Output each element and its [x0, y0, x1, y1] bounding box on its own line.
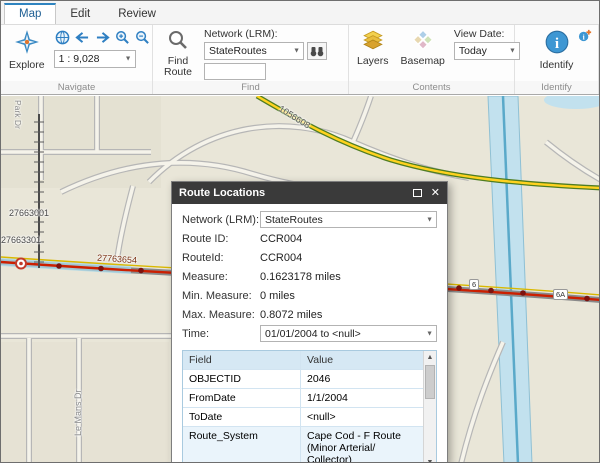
- scroll-up-icon[interactable]: ▲: [424, 351, 436, 364]
- field-label: Route ID:: [182, 232, 229, 245]
- dialog-network-value: StateRoutes: [265, 213, 323, 226]
- cell-field: ToDate: [183, 408, 301, 426]
- group-identify: i i Identify Identify: [515, 25, 599, 94]
- scrollbar-thumb[interactable]: [425, 365, 435, 399]
- field-label: Time:: [182, 327, 210, 340]
- scroll-down-icon[interactable]: ▼: [424, 456, 436, 462]
- group-label-contents: Contents: [349, 81, 514, 94]
- routeid-value: CCR004: [260, 251, 303, 264]
- asset-id-label: 27663301: [1, 235, 42, 245]
- cell-value: 2046: [307, 373, 331, 385]
- table-row[interactable]: Route_System Cape Cod - F Route (Minor A…: [183, 426, 436, 463]
- field-label: RouteId:: [182, 251, 224, 264]
- network-lrm-label: Network (LRM):: [204, 28, 278, 40]
- group-label-identify: Identify: [515, 81, 598, 94]
- ribbon-tab-bar: Map Edit Review: [1, 1, 599, 24]
- explore-compass-icon: [14, 29, 40, 58]
- group-label-navigate: Navigate: [1, 81, 152, 94]
- tab-edit[interactable]: Edit: [56, 4, 104, 24]
- field-label: Network (LRM):: [182, 213, 260, 226]
- view-date-value: Today: [458, 45, 487, 57]
- map-scale-combo[interactable]: 1 : 9,028 ▼: [53, 50, 136, 68]
- group-contents: Layers Basemap View Date: Today ▼ Conten…: [349, 25, 520, 94]
- cell-value: Cape Cod - F Route (Minor Arterial/ Coll…: [307, 430, 401, 463]
- table-row[interactable]: OBJECTID 2046: [183, 369, 436, 388]
- view-date-label: View Date:: [453, 28, 505, 40]
- identify-icon: i: [544, 29, 570, 58]
- table-row[interactable]: FromDate 1/1/2004: [183, 388, 436, 407]
- map-scale-value: 1 : 9,028: [58, 53, 100, 65]
- ribbon: Explore 1: 9,028 ▼ Navigate Find Route …: [1, 24, 599, 95]
- asset-id-label: 27663001: [9, 208, 50, 218]
- find-route-label: Find Route: [163, 55, 193, 78]
- attributes-table: Field Value OBJECTID 2046 FromDate 1/1/2…: [182, 350, 437, 463]
- layers-icon: [362, 29, 384, 54]
- group-label-find: Find: [153, 81, 348, 94]
- maximize-button[interactable]: [412, 189, 422, 197]
- basemap-button[interactable]: Basemap: [398, 28, 448, 68]
- min-measure-value: 0 miles: [260, 289, 295, 302]
- zoom-out-icon[interactable]: [134, 29, 151, 46]
- route-locations-panel: Route Locations ✕ Network (LRM): StateRo…: [171, 181, 448, 463]
- identify-label: Identify: [539, 59, 574, 71]
- close-button[interactable]: ✕: [431, 187, 440, 199]
- dialog-titlebar[interactable]: Route Locations ✕: [172, 182, 447, 204]
- network-lrm-value: StateRoutes: [209, 45, 267, 57]
- cell-field: FromDate: [183, 389, 301, 407]
- cell-field: OBJECTID: [183, 370, 301, 388]
- layers-button[interactable]: Layers: [354, 28, 392, 68]
- globe-icon[interactable]: [54, 29, 71, 46]
- view-date-combo[interactable]: Today ▼: [453, 42, 520, 60]
- tab-map[interactable]: Map: [4, 3, 57, 24]
- forward-arrow-icon[interactable]: [94, 29, 111, 46]
- binoculars-icon: [310, 46, 324, 56]
- group-find: Find Route ▼ Network (LRM): StateRoutes …: [153, 25, 349, 94]
- table-row[interactable]: ToDate <null>: [183, 407, 436, 426]
- basemap-label: Basemap: [400, 55, 445, 67]
- max-measure-value: 0.8072 miles: [260, 308, 323, 321]
- route-id-value: CCR004: [260, 232, 303, 245]
- explore-button[interactable]: Explore: [6, 28, 48, 72]
- find-route-input[interactable]: [204, 63, 266, 80]
- route-shield: 6A: [553, 289, 569, 300]
- cell-field: Route_System: [183, 427, 301, 462]
- time-combo[interactable]: 01/01/2004 to <null> ▼: [260, 325, 437, 342]
- chevron-down-icon: ▼: [426, 216, 433, 223]
- cell-value: <null>: [307, 411, 336, 423]
- svg-text:i: i: [583, 32, 585, 41]
- binoculars-button[interactable]: [307, 42, 327, 60]
- cell-value: 1/1/2004: [307, 392, 348, 404]
- identify-button[interactable]: i Identify: [531, 28, 583, 72]
- app-window: Map Edit Review Explore 1: 9,028 ▼ Navi…: [0, 0, 600, 463]
- identify-pin-icon[interactable]: i: [578, 28, 593, 48]
- table-header-row: Field Value: [183, 351, 436, 369]
- magnifier-icon: [167, 29, 189, 54]
- field-label: Min. Measure:: [182, 289, 252, 302]
- chevron-down-icon: ▼: [124, 55, 132, 63]
- group-navigate: Explore 1: 9,028 ▼ Navigate: [1, 25, 153, 94]
- explore-label: Explore: [9, 59, 45, 71]
- field-label: Max. Measure:: [182, 308, 255, 321]
- dialog-network-combo[interactable]: StateRoutes ▼: [260, 211, 437, 228]
- network-lrm-combo[interactable]: StateRoutes ▼: [204, 42, 304, 60]
- column-header-field: Field: [183, 351, 301, 369]
- table-scrollbar[interactable]: ▲ ▼: [423, 351, 436, 462]
- zoom-in-icon[interactable]: [114, 29, 131, 46]
- street-label: Park Dr: [13, 100, 23, 129]
- measure-value: 0.1623178 miles: [260, 270, 341, 283]
- chevron-down-icon: ▼: [293, 47, 300, 55]
- route-shield: 6: [469, 279, 480, 290]
- dialog-title: Route Locations: [179, 187, 266, 199]
- basemap-icon: [412, 29, 434, 54]
- column-header-value: Value: [307, 354, 334, 366]
- back-arrow-icon[interactable]: [74, 29, 91, 46]
- field-label: Measure:: [182, 270, 228, 283]
- chevron-down-icon: ▼: [426, 330, 433, 337]
- street-label-le-mans-dr: Le Mans Dr: [73, 389, 83, 436]
- layers-label: Layers: [357, 55, 389, 67]
- svg-text:i: i: [554, 35, 558, 52]
- tab-review[interactable]: Review: [104, 4, 170, 24]
- time-value: 01/01/2004 to <null>: [265, 327, 361, 340]
